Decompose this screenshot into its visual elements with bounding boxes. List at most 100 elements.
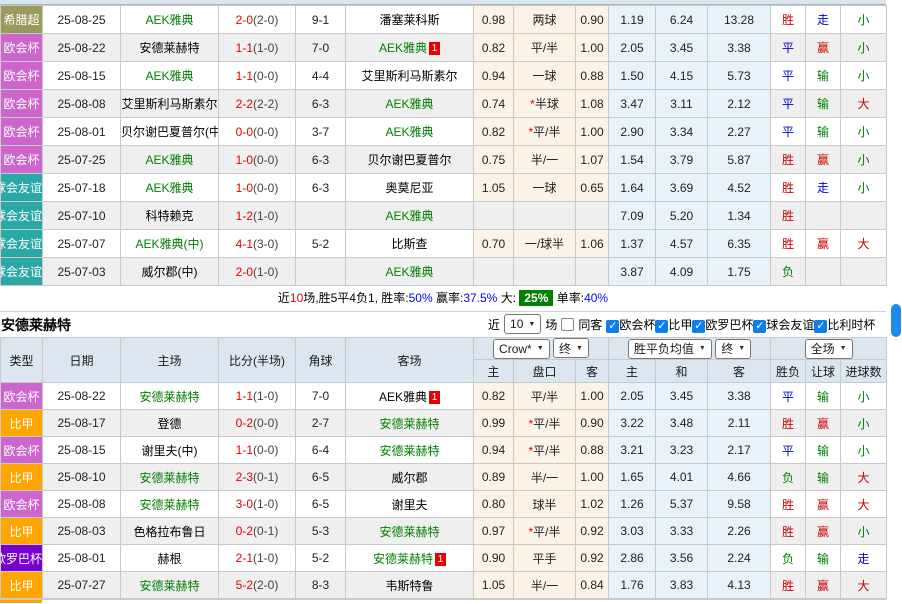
asian-stage-select[interactable]: 终▼: [553, 338, 589, 358]
euro-away-odds: 4.52: [708, 174, 771, 202]
team-link[interactable]: AEK雅典: [379, 390, 427, 404]
team-link[interactable]: AEK雅典(中): [135, 237, 203, 251]
fulltime-score: 2-0: [236, 13, 253, 27]
corner-cell: 2-7: [296, 410, 346, 437]
team-link[interactable]: 威尔郡: [391, 471, 427, 485]
euro-away-odds: 2.27: [708, 118, 771, 146]
team-link[interactable]: 安德莱赫特: [373, 552, 433, 566]
team-link[interactable]: 安德莱赫特: [379, 444, 439, 458]
team-link[interactable]: 安德莱赫特: [139, 579, 199, 593]
chevron-down-icon: ▼: [738, 345, 745, 352]
euro-home-odds: 1.26: [609, 491, 656, 518]
team-link[interactable]: AEK雅典: [145, 69, 193, 83]
team-link[interactable]: 谢里夫: [391, 498, 427, 512]
asian-home-odds: 0.82: [474, 34, 514, 62]
team-link[interactable]: 艾里斯利马斯素尔: [121, 97, 217, 111]
subject-team-cell: AEK雅典1: [346, 34, 474, 62]
handicap-result-cell: [806, 202, 841, 230]
league-filter-checkbox[interactable]: ✓: [655, 320, 668, 333]
euro-mean-select[interactable]: 胜平负均值▼: [628, 339, 712, 359]
opponent-team-cell: 科特赖克: [121, 202, 219, 230]
opponent-team-cell: 色格拉布鲁日: [121, 518, 219, 545]
team-link[interactable]: 谢里夫(中): [142, 444, 198, 458]
outcome-result-cell: 胜: [771, 6, 806, 34]
team-link[interactable]: 安德莱赫特: [139, 471, 199, 485]
asian-home-odds: 0.97: [474, 518, 514, 545]
corner-cell: [296, 202, 346, 230]
league-filter-checkbox[interactable]: ✓: [814, 320, 827, 333]
league-tag: 欧会杯: [1, 491, 43, 518]
subject-team-cell: 安德莱赫特: [121, 464, 219, 491]
team-link[interactable]: 登德: [157, 417, 181, 431]
euro-draw-odds: 3.23: [656, 437, 708, 464]
asian-away-odds: 1.00: [576, 464, 609, 491]
team-link[interactable]: AEK雅典: [385, 125, 433, 139]
asian-away-odds: 0.90: [576, 6, 609, 34]
subcol-asian-home: 主: [474, 360, 514, 383]
subcol-euro-draw: 和: [656, 360, 708, 383]
euro-home-odds: 1.76: [609, 572, 656, 599]
euro-home-odds: 1.64: [609, 174, 656, 202]
team-link[interactable]: AEK雅典: [385, 209, 433, 223]
league-filter-checkbox[interactable]: ✓: [606, 320, 619, 333]
league-filter-checkbox[interactable]: ✓: [692, 320, 705, 333]
handicap-result-cell: 输: [806, 545, 841, 572]
match-count-select[interactable]: 10▼: [504, 314, 541, 334]
near-label: 近: [488, 316, 500, 333]
corner-cell: 9-1: [296, 6, 346, 34]
goals-result-cell: 小: [841, 383, 887, 410]
team-link[interactable]: 威尔郡(中): [142, 265, 198, 279]
team-link[interactable]: 潘塞莱科斯: [379, 13, 439, 27]
league-filter-label: 欧会杯: [619, 318, 655, 332]
halftime-score: (0-0): [253, 69, 278, 83]
vertical-scrollbar-thumb[interactable]: [891, 304, 901, 337]
team-link[interactable]: 奥莫尼亚: [385, 181, 433, 195]
goals-result-cell: 小: [841, 437, 887, 464]
team-link[interactable]: 韦斯特鲁: [385, 579, 433, 593]
team-link[interactable]: AEK雅典: [145, 13, 193, 27]
euro-away-odds: 5.73: [708, 62, 771, 90]
team-link[interactable]: 安德莱赫特: [139, 390, 199, 404]
euro-away-odds: 5.87: [708, 146, 771, 174]
fulltime-score: 1-0: [236, 153, 253, 167]
goals-result-cell: 小: [841, 118, 887, 146]
team-link[interactable]: 赫根: [157, 552, 181, 566]
goals-result-cell: 走: [841, 545, 887, 572]
goals-result-cell: 大: [841, 230, 887, 258]
team-link[interactable]: AEK雅典: [145, 153, 193, 167]
bookmaker-select[interactable]: Crow*▼: [493, 339, 550, 359]
team-link[interactable]: 色格拉布鲁日: [133, 525, 205, 539]
scope-select[interactable]: 全场▼: [805, 339, 853, 359]
team-link[interactable]: 安德莱赫特: [379, 417, 439, 431]
asian-home-odds: 1.05: [474, 572, 514, 599]
team-link[interactable]: AEK雅典: [385, 265, 433, 279]
euro-draw-odds: 5.20: [656, 202, 708, 230]
handicap-line-cell: 一/球半: [514, 230, 576, 258]
league-filter-checkbox[interactable]: ✓: [753, 320, 766, 333]
asian-away-odds: 0.88: [576, 437, 609, 464]
asian-away-odds: 0.88: [576, 62, 609, 90]
opponent-team-cell: 谢里夫: [346, 491, 474, 518]
team-link[interactable]: AEK雅典: [379, 41, 427, 55]
team-link[interactable]: 安德莱赫特: [139, 498, 199, 512]
subcol-outcome: 胜负: [771, 360, 806, 383]
euro-away-odds: 2.26: [708, 518, 771, 545]
team-link[interactable]: 贝尔谢巴夏普尔: [367, 153, 451, 167]
handicap-line-cell: *平/半: [514, 518, 576, 545]
team-link[interactable]: AEK雅典: [145, 181, 193, 195]
euro-stage-select[interactable]: 终▼: [715, 339, 751, 359]
asian-away-odds: 1.06: [576, 230, 609, 258]
handicap-line-cell: 平/半: [514, 34, 576, 62]
subject-team-cell: AEK雅典(中): [121, 230, 219, 258]
team-link[interactable]: 安德莱赫特: [379, 525, 439, 539]
team-link[interactable]: 贝尔谢巴夏普尔(中): [121, 125, 219, 139]
team-link[interactable]: 比斯查: [391, 237, 427, 251]
league-filter-label: 比甲: [668, 318, 692, 332]
team-link[interactable]: 科特赖克: [145, 209, 193, 223]
euro-home-odds: 1.19: [609, 6, 656, 34]
team-link[interactable]: AEK雅典: [385, 97, 433, 111]
col-header-type: 类型: [1, 338, 43, 383]
team-link[interactable]: 艾里斯利马斯素尔: [361, 69, 457, 83]
same-away-checkbox[interactable]: [561, 318, 574, 331]
team-link[interactable]: 安德莱赫特: [139, 41, 199, 55]
